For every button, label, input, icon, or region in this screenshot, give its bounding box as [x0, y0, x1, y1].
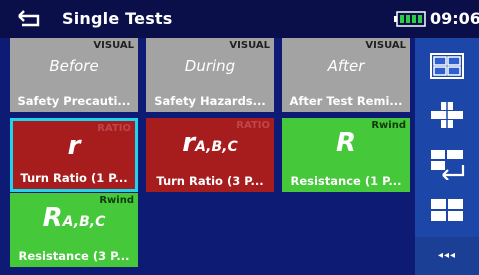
tile-name: Safety Hazards...	[154, 94, 266, 108]
page-title: Single Tests	[62, 9, 173, 28]
tile-symbol: rA,B,C	[182, 128, 238, 158]
tile-tag: VISUAL	[229, 40, 270, 51]
tile-resistance-1p[interactable]: Rwind R Resistance (1 P...	[282, 118, 410, 192]
tile-main-label: Before	[49, 57, 99, 75]
clock-time: 09:06	[430, 9, 479, 28]
tile-name: Resistance (1 P...	[290, 174, 402, 188]
tile-layout-button[interactable]	[415, 190, 479, 230]
tile-name: Turn Ratio (1 P...	[20, 171, 128, 185]
tile-name: After Test Remi...	[289, 94, 403, 108]
tile-main-label: During	[184, 57, 236, 75]
tile-symbol: r	[67, 131, 81, 161]
grid-view-button[interactable]	[415, 46, 479, 86]
tile-name: Safety Precauti...	[17, 94, 131, 108]
side-toolbar: ◂◂◂	[415, 38, 479, 275]
battery-full-icon	[394, 11, 426, 27]
tile-symbol: RA,B,C	[42, 203, 106, 233]
tile-symbol: R	[335, 128, 357, 158]
tile-turn-ratio-1p[interactable]: RATIO r Turn Ratio (1 P...	[10, 118, 138, 192]
header-bar: Single Tests 09:06	[0, 0, 479, 38]
more-options-button[interactable]: ◂◂◂	[415, 237, 479, 275]
expand-view-button[interactable]	[415, 94, 479, 134]
swap-layout-button[interactable]	[415, 142, 479, 182]
tile-visual-during[interactable]: VISUAL During Safety Hazards...	[146, 38, 274, 112]
tile-tag: VISUAL	[365, 40, 406, 51]
single-tests-grid: VISUAL Before Safety Precauti... VISUAL …	[0, 38, 415, 275]
tile-name: Turn Ratio (3 P...	[156, 174, 264, 188]
tile-turn-ratio-3p[interactable]: RATIO rA,B,C Turn Ratio (3 P...	[146, 118, 274, 192]
tile-tag: VISUAL	[93, 40, 134, 51]
tile-visual-after[interactable]: VISUAL After After Test Remi...	[282, 38, 410, 112]
tile-main-label: After	[327, 57, 365, 75]
instrument-screen: Single Tests 09:06 VISUAL Before Safety …	[0, 0, 479, 275]
tile-name: Resistance (3 P...	[18, 249, 130, 263]
back-arrow-icon[interactable]	[14, 6, 44, 28]
tile-visual-before[interactable]: VISUAL Before Safety Precauti...	[10, 38, 138, 112]
tile-resistance-3p[interactable]: Rwind RA,B,C Resistance (3 P...	[10, 193, 138, 267]
